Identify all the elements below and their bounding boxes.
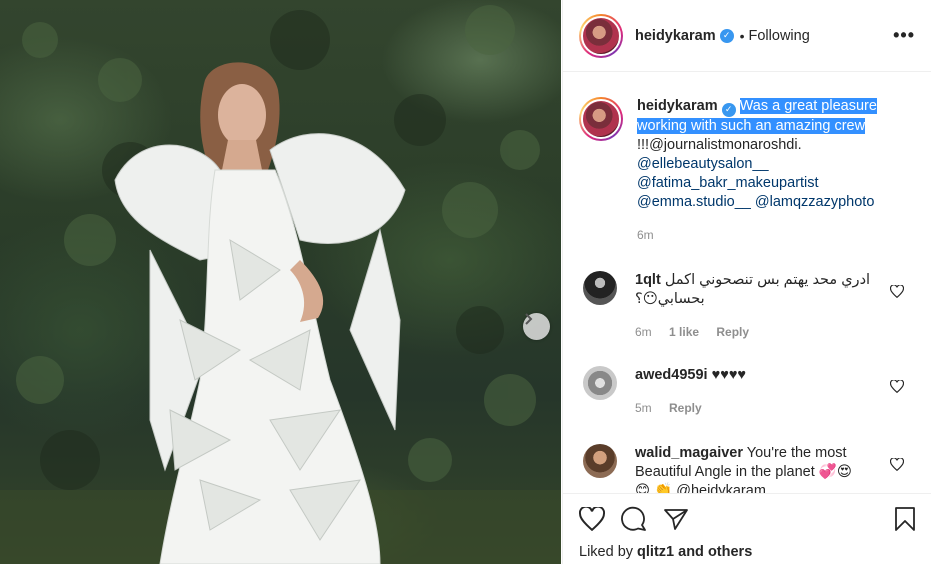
bookmark-icon[interactable] — [894, 506, 916, 532]
comment-avatar[interactable] — [583, 365, 617, 400]
comment-row: walid_magaiver You're the most Beautiful… — [579, 443, 916, 494]
share-icon[interactable] — [663, 507, 689, 531]
caption-avatar[interactable] — [579, 97, 623, 141]
caption-tag[interactable]: @ellebeautysalon__ — [637, 156, 769, 172]
verified-icon: ✓ — [721, 102, 736, 117]
comment-avatar[interactable] — [583, 270, 617, 305]
heart-icon[interactable] — [890, 379, 904, 393]
verified-icon: ✓ — [719, 28, 734, 43]
caption-meta: 6m — [637, 226, 907, 245]
following-button[interactable]: Following — [749, 28, 810, 44]
comment-time: 6m — [635, 324, 652, 339]
liked-by-others[interactable]: and others — [678, 544, 752, 560]
comment-avatar[interactable] — [583, 443, 617, 478]
post-username[interactable]: heidykaram — [635, 28, 716, 44]
caption-text: !!!@journalistmonaroshdi. — [637, 136, 802, 153]
reply-button[interactable]: Reply — [669, 401, 702, 415]
comment-row: awed4959i ♥♥♥♥ 5m Reply — [579, 365, 916, 418]
comment-meta: 5m Reply — [635, 399, 885, 418]
comment-body: 1qlt ادري محد يهتم بس تنصحوني اكمل بحساب… — [635, 271, 885, 342]
caption-time: 6m — [637, 227, 654, 242]
heart-icon[interactable] — [579, 507, 605, 531]
caption-tag[interactable]: @emma.studio__ — [637, 194, 751, 210]
comment-text-extra: 😊 👏 @heidykaram — [635, 482, 766, 494]
action-bar: Liked by qlitz1 and others — [563, 493, 931, 560]
comment-text: ♥♥♥♥ — [711, 366, 747, 383]
comment-text: ادري محد يهتم بس تنصحوني اكمل بحسابي😶؟ — [635, 271, 871, 307]
comment-row: 1qlt ادري محد يهتم بس تنصحوني اكمل بحساب… — [579, 270, 916, 342]
more-options-icon[interactable]: ••• — [893, 25, 915, 46]
liked-by: Liked by qlitz1 and others — [579, 544, 916, 560]
photo-illustration — [0, 5, 561, 564]
comment-icon[interactable] — [621, 506, 647, 532]
comment-time: 5m — [635, 400, 652, 415]
post-header: heidykaram ✓ • Following ••• — [563, 0, 931, 72]
liked-by-prefix: Liked by — [579, 544, 634, 560]
chevron-right-icon — [525, 313, 533, 325]
liked-by-user[interactable]: qlitz1 — [637, 544, 674, 560]
caption-body: heidykaram ✓ Was a great pleasure working… — [637, 97, 907, 245]
post-photo[interactable] — [0, 0, 561, 564]
comment-body: awed4959i ♥♥♥♥ 5m Reply — [635, 366, 885, 418]
comment-username[interactable]: walid_magaiver — [635, 445, 743, 461]
comments-list[interactable]: heidykaram ✓ Was a great pleasure working… — [563, 73, 931, 493]
comment-username[interactable]: 1qlt — [635, 272, 661, 288]
heart-icon[interactable] — [890, 284, 904, 298]
reply-button[interactable]: Reply — [716, 325, 749, 339]
caption-tag[interactable]: @fatima_bakr_makeupartist — [637, 175, 819, 191]
comment-username[interactable]: awed4959i — [635, 367, 708, 383]
action-icons — [579, 506, 916, 532]
next-photo-button[interactable] — [523, 313, 550, 340]
caption-tag[interactable]: @lamqzzazyphoto — [755, 194, 875, 210]
comment-meta: 6m 1 like Reply — [635, 323, 885, 342]
heart-icon[interactable] — [890, 457, 904, 471]
comment-likes[interactable]: 1 like — [669, 325, 699, 339]
post-panel: heidykaram ✓ • Following ••• heidykaram ✓… — [562, 0, 931, 564]
separator-dot: • — [739, 27, 745, 44]
comment-body: walid_magaiver You're the most Beautiful… — [635, 444, 885, 494]
caption: heidykaram ✓ Was a great pleasure working… — [579, 97, 916, 245]
avatar[interactable] — [579, 13, 623, 58]
caption-username[interactable]: heidykaram — [637, 98, 718, 114]
